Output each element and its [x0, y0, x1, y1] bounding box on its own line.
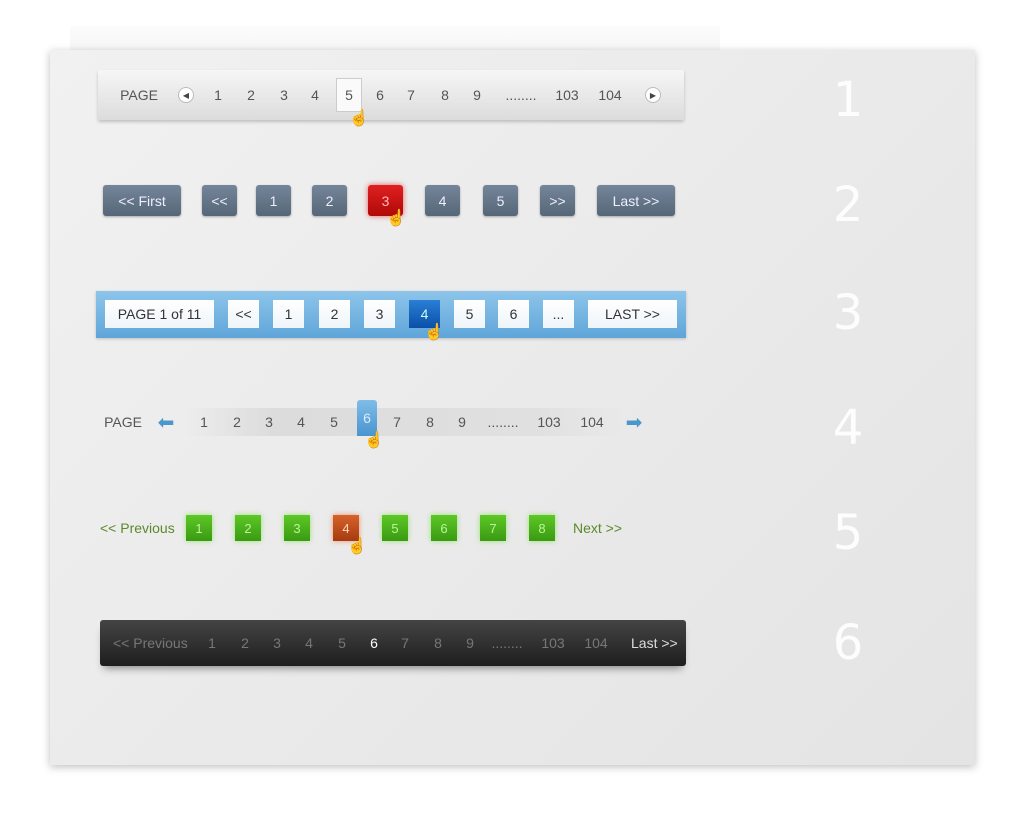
page-button[interactable]: 9 — [464, 83, 490, 107]
page-button[interactable]: 103 — [529, 410, 569, 434]
next-button[interactable]: >> — [540, 185, 575, 216]
row-number-2: 2 — [832, 177, 864, 233]
page-button[interactable]: 4 — [302, 83, 328, 107]
ellipsis-button[interactable]: ... — [543, 300, 574, 328]
page-button[interactable]: 7 — [385, 410, 409, 434]
page-button[interactable]: 5 — [322, 410, 346, 434]
page-button-active[interactable]: 4 — [409, 300, 440, 328]
page-button[interactable]: 2 — [319, 300, 350, 328]
page-count-label: PAGE 1 of 11 — [105, 300, 214, 328]
last-button[interactable]: LAST >> — [588, 300, 677, 328]
page-button[interactable]: 8 — [529, 515, 555, 541]
last-link[interactable]: Last >> — [631, 631, 678, 655]
page-button[interactable]: 6 — [498, 300, 529, 328]
page-button[interactable]: 6 — [367, 83, 393, 107]
page-button[interactable]: 8 — [428, 631, 448, 655]
prev-page-icon[interactable]: ◀ — [178, 87, 194, 103]
page-button-active[interactable]: 4 — [333, 515, 359, 541]
page-button[interactable]: 6 — [431, 515, 457, 541]
background-ghost-bar — [70, 26, 720, 50]
page-button[interactable]: 3 — [257, 410, 281, 434]
page-button[interactable]: 5 — [483, 185, 518, 216]
page-button[interactable]: 3 — [364, 300, 395, 328]
page-button[interactable]: 5 — [382, 515, 408, 541]
page-button[interactable]: 8 — [432, 83, 458, 107]
prev-arrow-icon[interactable]: ⬅ — [154, 410, 178, 434]
row-number-3: 3 — [832, 285, 864, 341]
page-button-active[interactable]: 6 — [357, 400, 377, 436]
row-number-1: 1 — [832, 72, 864, 128]
row-number-4: 4 — [832, 400, 864, 456]
page-button[interactable]: 7 — [395, 631, 415, 655]
page-button[interactable]: 104 — [572, 410, 612, 434]
prev-button[interactable]: << — [202, 185, 237, 216]
page-button[interactable]: 4 — [289, 410, 313, 434]
next-arrow-icon[interactable]: ➡ — [622, 410, 646, 434]
page-button[interactable]: 103 — [533, 631, 573, 655]
page-button[interactable]: 5 — [332, 631, 352, 655]
page-button[interactable]: 2 — [225, 410, 249, 434]
pager-4-label: PAGE — [104, 414, 142, 430]
page-button[interactable]: 1 — [273, 300, 304, 328]
page-button[interactable]: 1 — [256, 185, 291, 216]
page-button[interactable]: 2 — [238, 83, 264, 107]
next-link[interactable]: Next >> — [573, 518, 622, 538]
page-button[interactable]: 1 — [186, 515, 212, 541]
pager-1-label: PAGE — [120, 87, 158, 103]
page-button[interactable]: 2 — [235, 631, 255, 655]
page-button[interactable]: 3 — [267, 631, 287, 655]
page-button[interactable]: 3 — [271, 83, 297, 107]
first-button[interactable]: << First — [103, 185, 181, 216]
previous-link[interactable]: << Previous — [113, 631, 188, 655]
page-button[interactable]: 104 — [590, 83, 630, 107]
page-button[interactable]: ........ — [501, 83, 541, 107]
last-button[interactable]: Last >> — [597, 185, 675, 216]
page-button[interactable]: 1 — [202, 631, 222, 655]
page-button[interactable]: 2 — [312, 185, 347, 216]
previous-link[interactable]: << Previous — [100, 518, 175, 538]
page-button[interactable]: 8 — [418, 410, 442, 434]
page-button-active[interactable]: 3 — [368, 185, 403, 216]
page-button[interactable]: 7 — [480, 515, 506, 541]
row-number-5: 5 — [832, 505, 864, 561]
page-button[interactable]: 4 — [425, 185, 460, 216]
row-number-6: 6 — [832, 615, 864, 671]
prev-button[interactable]: << — [228, 300, 259, 328]
page-button[interactable]: 103 — [547, 83, 587, 107]
page-button[interactable]: ........ — [487, 631, 527, 655]
page-button[interactable]: 7 — [398, 83, 424, 107]
page-button[interactable]: 4 — [299, 631, 319, 655]
page-button[interactable]: ........ — [483, 410, 523, 434]
page-button-active[interactable]: 5 — [336, 78, 362, 112]
page-button[interactable]: 1 — [205, 83, 231, 107]
page-button[interactable]: 2 — [235, 515, 261, 541]
page-button[interactable]: 9 — [450, 410, 474, 434]
next-page-icon[interactable]: ▶ — [645, 87, 661, 103]
page-button[interactable]: 5 — [454, 300, 485, 328]
page-button-active[interactable]: 6 — [364, 631, 384, 655]
page-button[interactable]: 3 — [284, 515, 310, 541]
page-button[interactable]: 9 — [460, 631, 480, 655]
page-button[interactable]: 1 — [192, 410, 216, 434]
page-button[interactable]: 104 — [576, 631, 616, 655]
